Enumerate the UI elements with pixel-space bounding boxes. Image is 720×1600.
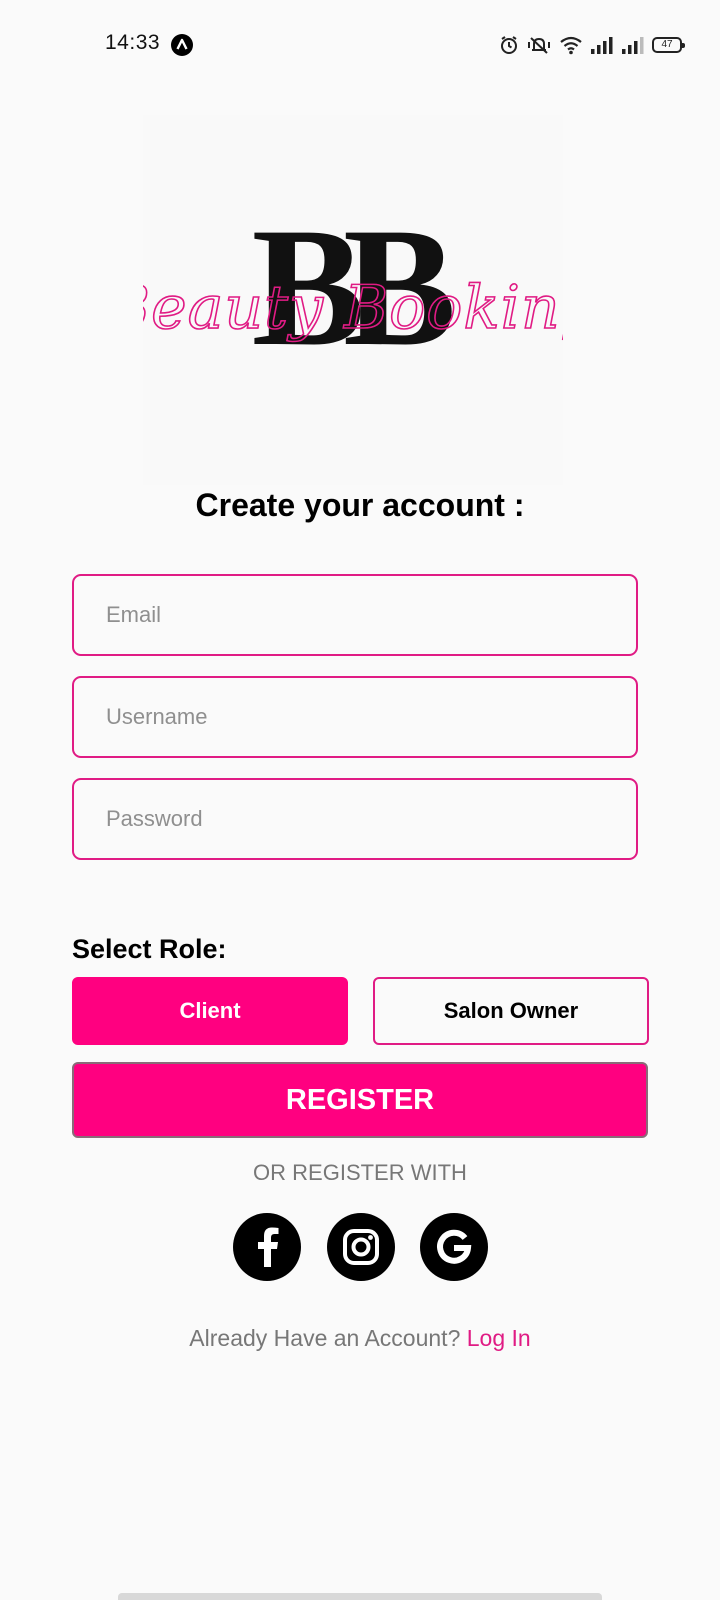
login-prompt-text: Already Have an Account? xyxy=(189,1325,461,1351)
login-link[interactable]: Log In xyxy=(467,1325,531,1351)
google-icon[interactable] xyxy=(420,1213,488,1281)
app-icon xyxy=(171,34,193,56)
wifi-icon xyxy=(559,35,583,55)
instagram-icon[interactable] xyxy=(327,1213,395,1281)
mute-icon xyxy=(526,35,552,55)
status-time: 14:33 xyxy=(105,31,161,54)
register-button[interactable]: REGISTER xyxy=(72,1062,648,1138)
brand-logo: BB Beauty Booking xyxy=(143,115,563,485)
social-login-row xyxy=(0,1213,720,1283)
logo-script: Beauty Booking xyxy=(143,273,563,343)
alarm-icon xyxy=(499,35,519,55)
role-salon-owner-button[interactable]: Salon Owner xyxy=(373,977,649,1045)
facebook-icon[interactable] xyxy=(233,1213,301,1281)
signal-icon xyxy=(621,35,645,55)
username-field[interactable] xyxy=(72,676,638,758)
status-bar: 14:33 47 xyxy=(0,0,720,90)
or-register-with-label: OR REGISTER WITH xyxy=(253,1160,467,1185)
navigation-bar xyxy=(118,1593,602,1600)
login-prompt: Already Have an Account? Log In xyxy=(0,1325,720,1352)
role-client-button[interactable]: Client xyxy=(72,977,348,1045)
role-label: Select Role: xyxy=(72,934,227,964)
status-icons: 47 xyxy=(499,31,685,59)
password-field[interactable] xyxy=(72,778,638,860)
email-field[interactable] xyxy=(72,574,638,656)
page-title: Create your account : xyxy=(195,487,525,523)
battery-icon: 47 xyxy=(652,37,685,53)
signal-icon xyxy=(590,35,614,55)
